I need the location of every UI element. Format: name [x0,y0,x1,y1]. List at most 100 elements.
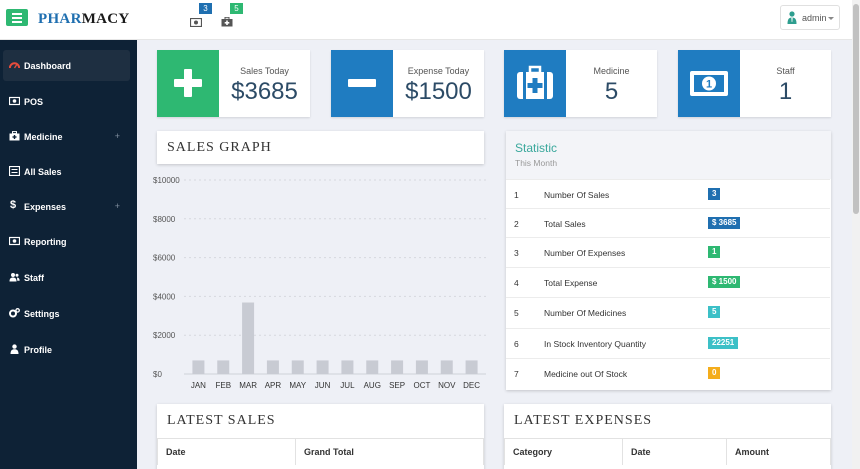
hamburger-icon [12,13,22,15]
sidebar-item-label: POS [24,97,44,107]
stat-badge: $ 3685 [708,217,741,229]
card-value: $1500 [405,78,472,105]
medicine-notification[interactable]: 5 [221,3,243,27]
table-header-date[interactable]: Date [623,438,727,465]
stat-label: Total Expense [544,278,598,288]
cogs-icon [9,308,20,318]
svg-text:1: 1 [706,79,712,91]
bar-apr [266,360,279,374]
x-tick-label: DEC [463,381,480,390]
user-icon [10,344,19,354]
stat-badge: 5 [708,306,721,318]
sidebar-item-medicine[interactable]: Medicine + [3,121,130,152]
stat-row: 5 Number Of Medicines 5 [506,297,830,327]
bar-nov [440,360,453,374]
sidebar-item-pos[interactable]: POS [3,86,130,117]
sidebar-item-label: Profile [24,345,53,355]
bar-mar [242,302,255,374]
minus-icon [348,79,376,87]
stat-label: Medicine out Of Stock [544,369,628,379]
stat-badge: 0 [708,367,721,379]
table-header-grand-total[interactable]: Grand Total [296,438,484,465]
brand-part2: MACY [81,11,130,27]
caret-down-icon [828,17,834,20]
stat-badge: 3 [708,188,721,200]
x-tick-label: JUN [315,381,331,390]
stat-number: 1 [514,190,519,200]
sidebar-item-profile[interactable]: Profile [3,334,130,365]
stat-row: 7 Medicine out Of Stock 0 [506,358,830,388]
menu-toggle-button[interactable] [6,9,28,26]
brand-logo[interactable]: PHARMACY [38,11,130,28]
x-tick-label: APR [265,381,282,390]
x-tick-label: NOV [438,381,456,390]
medkit-icon [9,131,20,141]
sidebar: Dashboard POS Medicine + All Sales $ Exp… [0,40,137,469]
card-expense-today[interactable]: Expense Today $1500 [331,50,484,117]
hamburger-icon-line [12,21,22,23]
card-sales-today[interactable]: Sales Today $3685 [157,50,310,117]
plus-icon [174,69,202,97]
sales-bar-chart: $0 $2000 $4000 $6000 $8000 $10000 JAN FEB MAR APR… [153,176,486,390]
table-header-date[interactable]: Date [157,438,296,465]
stat-badge: 1 [708,246,721,258]
table-header-amount[interactable]: Amount [727,438,831,465]
card-icon-box [157,50,219,117]
sidebar-item-staff[interactable]: Staff [3,262,130,293]
stat-row: 2 Total Sales $ 3685 [506,208,830,238]
x-tick-label: MAY [289,381,306,390]
x-tick-label: JUL [340,381,355,390]
dollar-icon: $ [10,199,17,211]
hamburger-icon-line [12,17,22,19]
sales-notification[interactable]: 3 [189,3,212,28]
x-tick-label: AUG [364,381,381,390]
sidebar-item-label: Staff [24,273,44,283]
card-label: Expense Today [407,66,470,76]
expand-plus-icon: + [114,131,120,141]
money-bill-icon: 1 [690,71,728,96]
brand-part1: PHAR [38,11,82,27]
user-menu-dropdown[interactable]: admin [780,5,840,30]
card-staff[interactable]: 1 Staff 1 [678,50,831,117]
money-icon [189,17,203,28]
medkit-icon [517,65,553,99]
sidebar-item-expenses[interactable]: $ Expenses + [3,191,130,222]
card-label: Staff [776,66,795,76]
stat-number: 7 [514,369,519,379]
sidebar-item-reporting[interactable]: Reporting [3,226,130,257]
y-tick-label: $4000 [153,292,176,301]
y-tick-label: $6000 [153,254,176,263]
card-value: $3685 [231,78,298,105]
sidebar-item-settings[interactable]: Settings [3,298,130,329]
stat-row: 3 Number Of Expenses 1 [506,237,830,267]
dashboard-icon [9,62,20,69]
stat-row: 4 Total Expense $ 1500 [506,267,830,297]
y-tick-label: $0 [153,370,162,379]
stat-badge: 22251 [708,337,739,349]
table-header-category[interactable]: Category [504,438,623,465]
bar-oct [415,360,428,374]
x-tick-label: JAN [191,381,206,390]
x-tick-label: FEB [215,381,231,390]
notification-badge: 5 [230,3,243,14]
x-tick-label: OCT [413,381,430,390]
sidebar-item-all-sales[interactable]: All Sales [3,156,130,187]
sidebar-item-dashboard[interactable]: Dashboard [3,50,130,81]
bar-jul [341,360,354,374]
statistic-header [506,131,831,179]
sidebar-item-label: Dashboard [24,61,72,71]
latest-expenses-title: LATEST EXPENSES [514,413,653,428]
sales-graph-header: SALES GRAPH [157,131,484,164]
sales-graph-title: SALES GRAPH [167,140,272,155]
y-tick-label: $2000 [153,331,176,340]
card-medicine[interactable]: Medicine 5 [504,50,657,117]
stat-label: Number Of Sales [544,190,610,200]
sales-chart: $0 $2000 $4000 $6000 $8000 $10000 JAN FEB MAR APR… [150,170,490,400]
page-scrollbar[interactable] [852,0,860,469]
bar-jan [192,360,205,374]
sidebar-item-label: Expenses [24,202,67,212]
scrollbar-thumb[interactable] [853,4,859,214]
bar-jun [316,360,329,374]
medkit-icon [221,16,233,27]
statistic-title: Statistic [515,141,558,155]
